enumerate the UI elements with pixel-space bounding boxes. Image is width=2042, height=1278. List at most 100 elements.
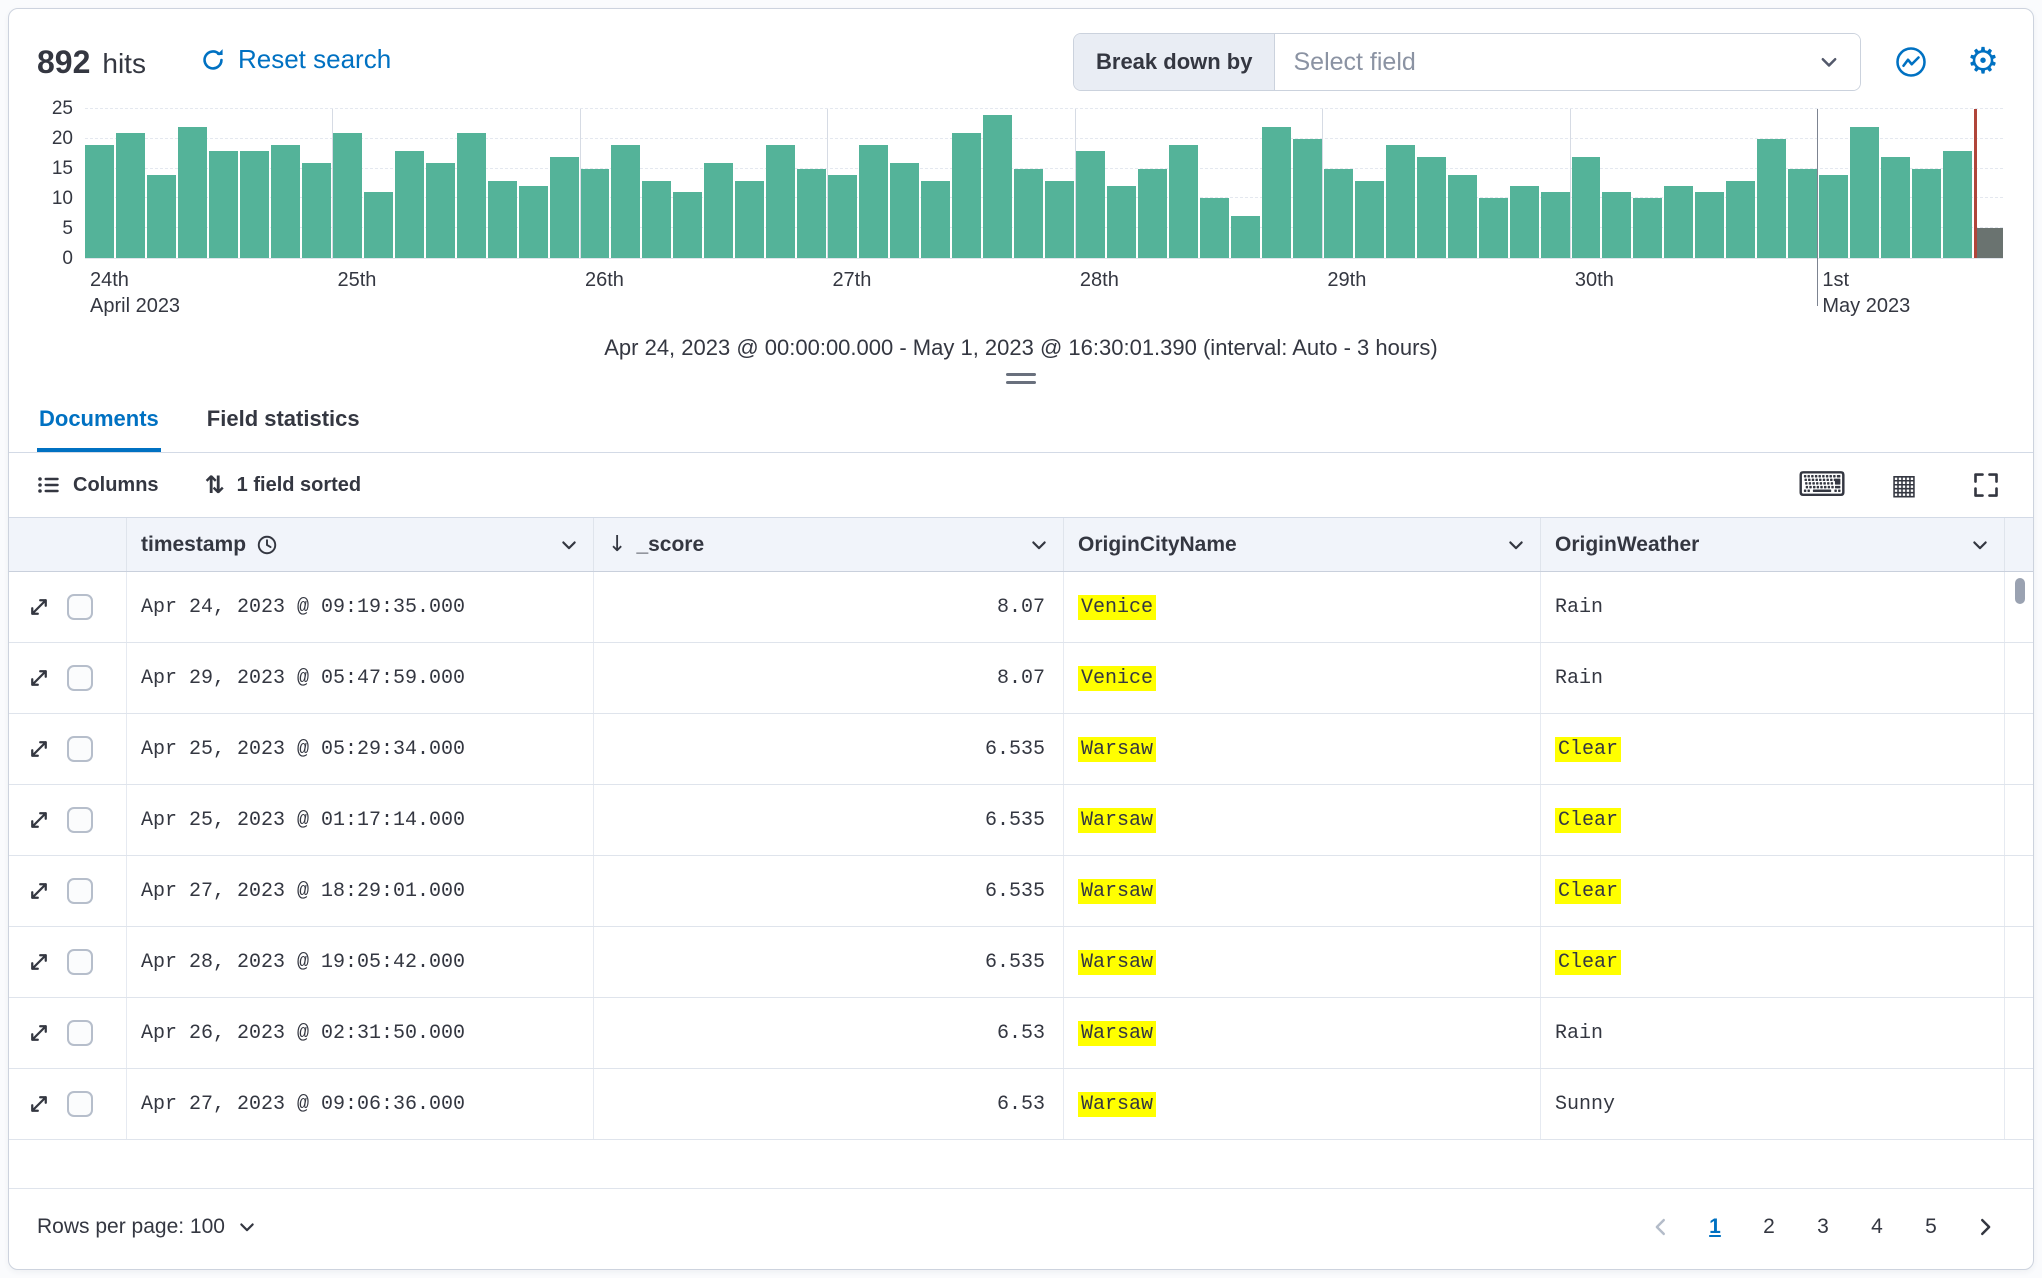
expand-row-button[interactable]: [25, 1090, 53, 1118]
vertical-scrollbar-thumb[interactable]: [2015, 578, 2025, 604]
histogram-bar[interactable]: [766, 144, 796, 258]
rows-per-page-button[interactable]: Rows per page: 100: [37, 1215, 257, 1239]
expand-row-button[interactable]: [25, 1019, 53, 1047]
histogram-bar[interactable]: [1509, 186, 1539, 258]
histogram-bar[interactable]: [518, 186, 548, 258]
histogram-bar[interactable]: [890, 162, 920, 258]
timestamp-cell[interactable]: Apr 25, 2023 @ 01:17:14.000: [127, 785, 594, 855]
histogram-bar[interactable]: [425, 162, 455, 258]
score-cell[interactable]: 6.53: [594, 1069, 1064, 1139]
score-cell[interactable]: 6.53: [594, 998, 1064, 1068]
page-button-1[interactable]: 1: [1695, 1207, 1735, 1247]
histogram-bar[interactable]: [1571, 156, 1601, 258]
histogram-bar[interactable]: [85, 144, 114, 258]
histogram-bar[interactable]: [1602, 192, 1632, 258]
histogram-bar[interactable]: [549, 156, 579, 258]
chevron-down-icon[interactable]: [1029, 535, 1049, 555]
row-checkbox[interactable]: [67, 807, 93, 833]
expand-row-button[interactable]: [25, 806, 53, 834]
origin-weather-cell[interactable]: Clear: [1541, 856, 2005, 926]
histogram-bar[interactable]: [363, 192, 393, 258]
histogram-bar[interactable]: [1726, 180, 1756, 258]
origin-city-cell[interactable]: Venice: [1064, 572, 1541, 642]
origin-city-cell[interactable]: Warsaw: [1064, 927, 1541, 997]
chart-options-button[interactable]: ⚙: [1961, 40, 2005, 84]
row-checkbox[interactable]: [67, 878, 93, 904]
histogram-bar[interactable]: [1943, 150, 1973, 258]
chevron-down-icon[interactable]: [1970, 535, 1990, 555]
next-page-button[interactable]: [1965, 1207, 2005, 1247]
origin-weather-cell[interactable]: Clear: [1541, 785, 2005, 855]
origin-weather-cell[interactable]: Rain: [1541, 998, 2005, 1068]
edit-visualization-button[interactable]: [1889, 40, 1933, 84]
histogram-bar[interactable]: [580, 168, 610, 258]
origin-weather-cell[interactable]: Rain: [1541, 643, 2005, 713]
keyboard-shortcuts-button[interactable]: ⌨: [1797, 468, 1846, 502]
score-cell[interactable]: 6.535: [594, 714, 1064, 784]
panel-resize-handle[interactable]: [9, 361, 2033, 390]
histogram-bar[interactable]: [704, 162, 734, 258]
histogram-bar[interactable]: [1757, 138, 1787, 258]
previous-page-button[interactable]: [1641, 1207, 1681, 1247]
histogram-bar[interactable]: [1633, 198, 1663, 258]
histogram-bar[interactable]: [394, 150, 424, 258]
histogram-bar[interactable]: [1881, 156, 1911, 258]
histogram-bar[interactable]: [921, 180, 951, 258]
histogram-bar[interactable]: [952, 132, 982, 258]
sort-fields-button[interactable]: ⇅ 1 field sorted: [205, 473, 362, 497]
expand-row-button[interactable]: [25, 593, 53, 621]
page-button-5[interactable]: 5: [1911, 1207, 1951, 1247]
score-cell[interactable]: 8.07: [594, 643, 1064, 713]
histogram-bar[interactable]: [1292, 138, 1322, 258]
header-cell-origin-city[interactable]: OriginCityName: [1064, 518, 1541, 571]
histogram-bar[interactable]: [1664, 186, 1694, 258]
histogram-bar[interactable]: [1014, 168, 1044, 258]
timestamp-cell[interactable]: Apr 29, 2023 @ 05:47:59.000: [127, 643, 594, 713]
histogram-bar[interactable]: [1045, 180, 1074, 258]
origin-weather-cell[interactable]: Sunny: [1541, 1069, 2005, 1139]
origin-weather-cell[interactable]: Clear: [1541, 714, 2005, 784]
timestamp-cell[interactable]: Apr 28, 2023 @ 19:05:42.000: [127, 927, 594, 997]
expand-row-button[interactable]: [25, 948, 53, 976]
chevron-down-icon[interactable]: [559, 535, 579, 555]
histogram-bar[interactable]: [146, 174, 176, 258]
origin-city-cell[interactable]: Warsaw: [1064, 1069, 1541, 1139]
breakdown-field-select[interactable]: Select field: [1275, 34, 1860, 90]
timestamp-cell[interactable]: Apr 27, 2023 @ 09:06:36.000: [127, 1069, 594, 1139]
origin-weather-cell[interactable]: Rain: [1541, 572, 2005, 642]
row-checkbox[interactable]: [67, 1091, 93, 1117]
histogram-bar[interactable]: [983, 114, 1013, 258]
row-checkbox[interactable]: [67, 949, 93, 975]
histogram-bar[interactable]: [1323, 168, 1353, 258]
histogram-bar[interactable]: [673, 192, 703, 258]
row-checkbox[interactable]: [67, 1020, 93, 1046]
histogram-bar[interactable]: [1137, 168, 1167, 258]
timestamp-cell[interactable]: Apr 24, 2023 @ 09:19:35.000: [127, 572, 594, 642]
histogram-bar[interactable]: [1478, 198, 1508, 258]
chevron-down-icon[interactable]: [1506, 535, 1526, 555]
histogram-bar[interactable]: [208, 150, 238, 258]
histogram-bar[interactable]: [1199, 198, 1229, 258]
page-button-2[interactable]: 2: [1749, 1207, 1789, 1247]
columns-button[interactable]: Columns: [37, 473, 159, 497]
tab-field-statistics[interactable]: Field statistics: [205, 396, 362, 452]
histogram-bar[interactable]: [1416, 156, 1446, 258]
display-options-button[interactable]: ▦: [1885, 468, 1923, 502]
histogram-bar[interactable]: [456, 132, 486, 258]
histogram-bar[interactable]: [1540, 192, 1570, 258]
histogram-bar[interactable]: [1106, 186, 1136, 258]
histogram-bar[interactable]: [1447, 174, 1477, 258]
histogram-bar[interactable]: [1695, 192, 1725, 258]
histogram-bar[interactable]: [1354, 180, 1384, 258]
score-cell[interactable]: 6.535: [594, 856, 1064, 926]
histogram-bar[interactable]: [177, 126, 207, 258]
score-cell[interactable]: 8.07: [594, 572, 1064, 642]
timestamp-cell[interactable]: Apr 26, 2023 @ 02:31:50.000: [127, 998, 594, 1068]
origin-city-cell[interactable]: Warsaw: [1064, 856, 1541, 926]
origin-weather-cell[interactable]: Clear: [1541, 927, 2005, 997]
fullscreen-button[interactable]: [1967, 468, 2005, 502]
score-cell[interactable]: 6.535: [594, 927, 1064, 997]
origin-city-cell[interactable]: Warsaw: [1064, 998, 1541, 1068]
expand-row-button[interactable]: [25, 735, 53, 763]
histogram-bar[interactable]: [1850, 126, 1880, 258]
